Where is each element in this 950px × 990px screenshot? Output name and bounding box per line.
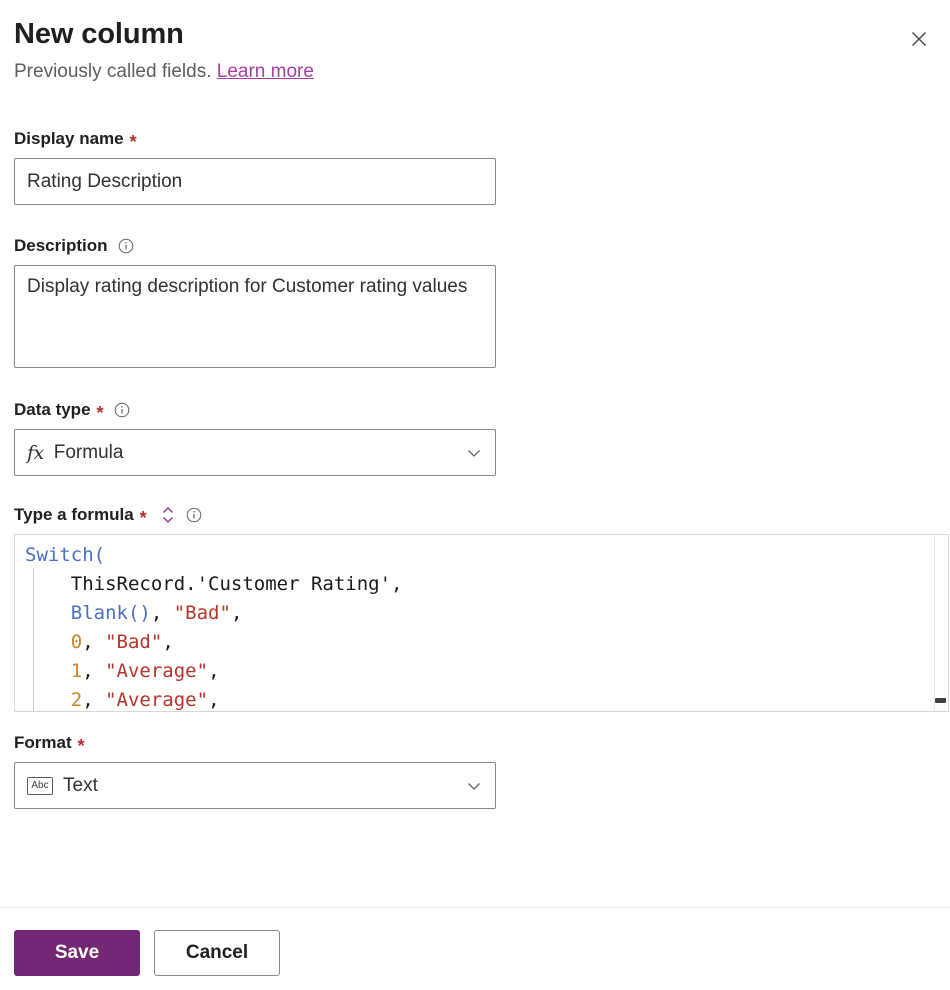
display-name-label-text: Display name (14, 129, 124, 148)
panel-header: New column Previously called fields. Lea… (0, 0, 950, 85)
formula-scrollbar[interactable] (934, 535, 948, 711)
formula-token-plain (25, 689, 71, 711)
close-icon (909, 29, 929, 49)
data-type-selected-value: Formula (53, 441, 124, 463)
text-abc-icon: Abc (27, 776, 53, 795)
formula-token-fn: Blank() (70, 602, 151, 624)
expand-collapse-icon[interactable] (160, 506, 176, 524)
formula-token-plain: , (208, 660, 220, 682)
info-icon[interactable] (186, 507, 202, 523)
formula-token-plain: , (208, 689, 220, 711)
field-description: Description (14, 235, 934, 373)
close-button[interactable] (900, 20, 938, 58)
required-asterisk: * (139, 508, 147, 528)
required-asterisk: * (77, 736, 85, 756)
formula-label-text: Type a formula (14, 505, 134, 524)
formula-token-str: "Bad" (173, 602, 231, 624)
formula-fx-icon: fx (27, 441, 44, 464)
formula-line: ThisRecord.'Customer Rating', (25, 570, 403, 599)
save-button[interactable]: Save (14, 930, 140, 976)
format-label-text: Format (14, 733, 72, 752)
formula-token-plain: , (82, 689, 106, 711)
formula-token-str: "Average" (105, 689, 209, 711)
formula-line: Switch( (25, 541, 403, 570)
description-label-text: Description (14, 236, 108, 255)
required-asterisk: * (96, 403, 104, 423)
data-type-label-text: Data type (14, 400, 91, 419)
description-input[interactable] (14, 265, 496, 368)
formula-token-plain: ThisRecord.'Customer Rating', (25, 573, 403, 595)
field-format: Format * Abc Text (14, 732, 934, 809)
formula-line: 0, "Bad", (25, 628, 403, 657)
formula-token-str: "Average" (105, 660, 209, 682)
cancel-button[interactable]: Cancel (154, 930, 280, 976)
formula-token-plain (25, 631, 71, 653)
panel-footer: Save Cancel (14, 930, 280, 976)
chevron-down-icon (465, 444, 483, 462)
footer-divider (0, 907, 950, 908)
field-data-type: Data type * fx Formula (14, 399, 934, 476)
formula-token-plain (25, 602, 71, 624)
format-selected-value: Text (63, 774, 98, 796)
formula-line: 1, "Average", (25, 657, 403, 686)
formula-line: 2, "Average", (25, 686, 403, 711)
formula-token-plain: , (162, 631, 174, 653)
data-type-dropdown[interactable]: fx Formula (14, 429, 496, 476)
formula-scrollbar-thumb[interactable] (935, 698, 946, 703)
formula-label: Type a formula * (14, 504, 934, 528)
description-label: Description (14, 235, 934, 257)
formula-token-plain: , (230, 602, 243, 624)
field-display-name: Display name * (14, 128, 934, 205)
formula-token-num: 2 (70, 689, 83, 711)
formula-token-num: 1 (70, 660, 83, 682)
formula-line: Blank(), "Bad", (25, 599, 403, 628)
info-icon[interactable] (114, 402, 130, 418)
formula-token-fn: Switch( (25, 544, 106, 566)
formula-editor[interactable]: Switch( ThisRecord.'Customer Rating', Bl… (14, 534, 949, 712)
panel-subtitle: Previously called fields. Learn more (14, 59, 934, 85)
formula-token-plain: , (82, 631, 106, 653)
page-title: New column (14, 18, 184, 50)
formula-token-plain: , (82, 660, 106, 682)
learn-more-link[interactable]: Learn more (217, 61, 314, 82)
display-name-input[interactable] (14, 158, 496, 205)
formula-token-str: "Bad" (105, 631, 163, 653)
format-label: Format * (14, 732, 934, 756)
subtitle-text: Previously called fields. (14, 61, 212, 82)
new-column-panel: New column Previously called fields. Lea… (0, 0, 950, 990)
required-asterisk: * (129, 132, 137, 152)
info-icon[interactable] (118, 238, 134, 254)
formula-token-plain: , (150, 602, 174, 624)
formula-token-num: 0 (70, 631, 83, 653)
format-dropdown[interactable]: Abc Text (14, 762, 496, 809)
formula-token-plain (25, 660, 71, 682)
formula-code-content[interactable]: Switch( ThisRecord.'Customer Rating', Bl… (15, 535, 403, 711)
field-formula: Type a formula * Switch(ThisRecord.'Cus… (14, 504, 949, 712)
data-type-label: Data type * (14, 399, 934, 423)
chevron-down-icon (465, 777, 483, 795)
display-name-label: Display name * (14, 128, 934, 152)
new-column-form: Display name * Description (14, 128, 949, 809)
